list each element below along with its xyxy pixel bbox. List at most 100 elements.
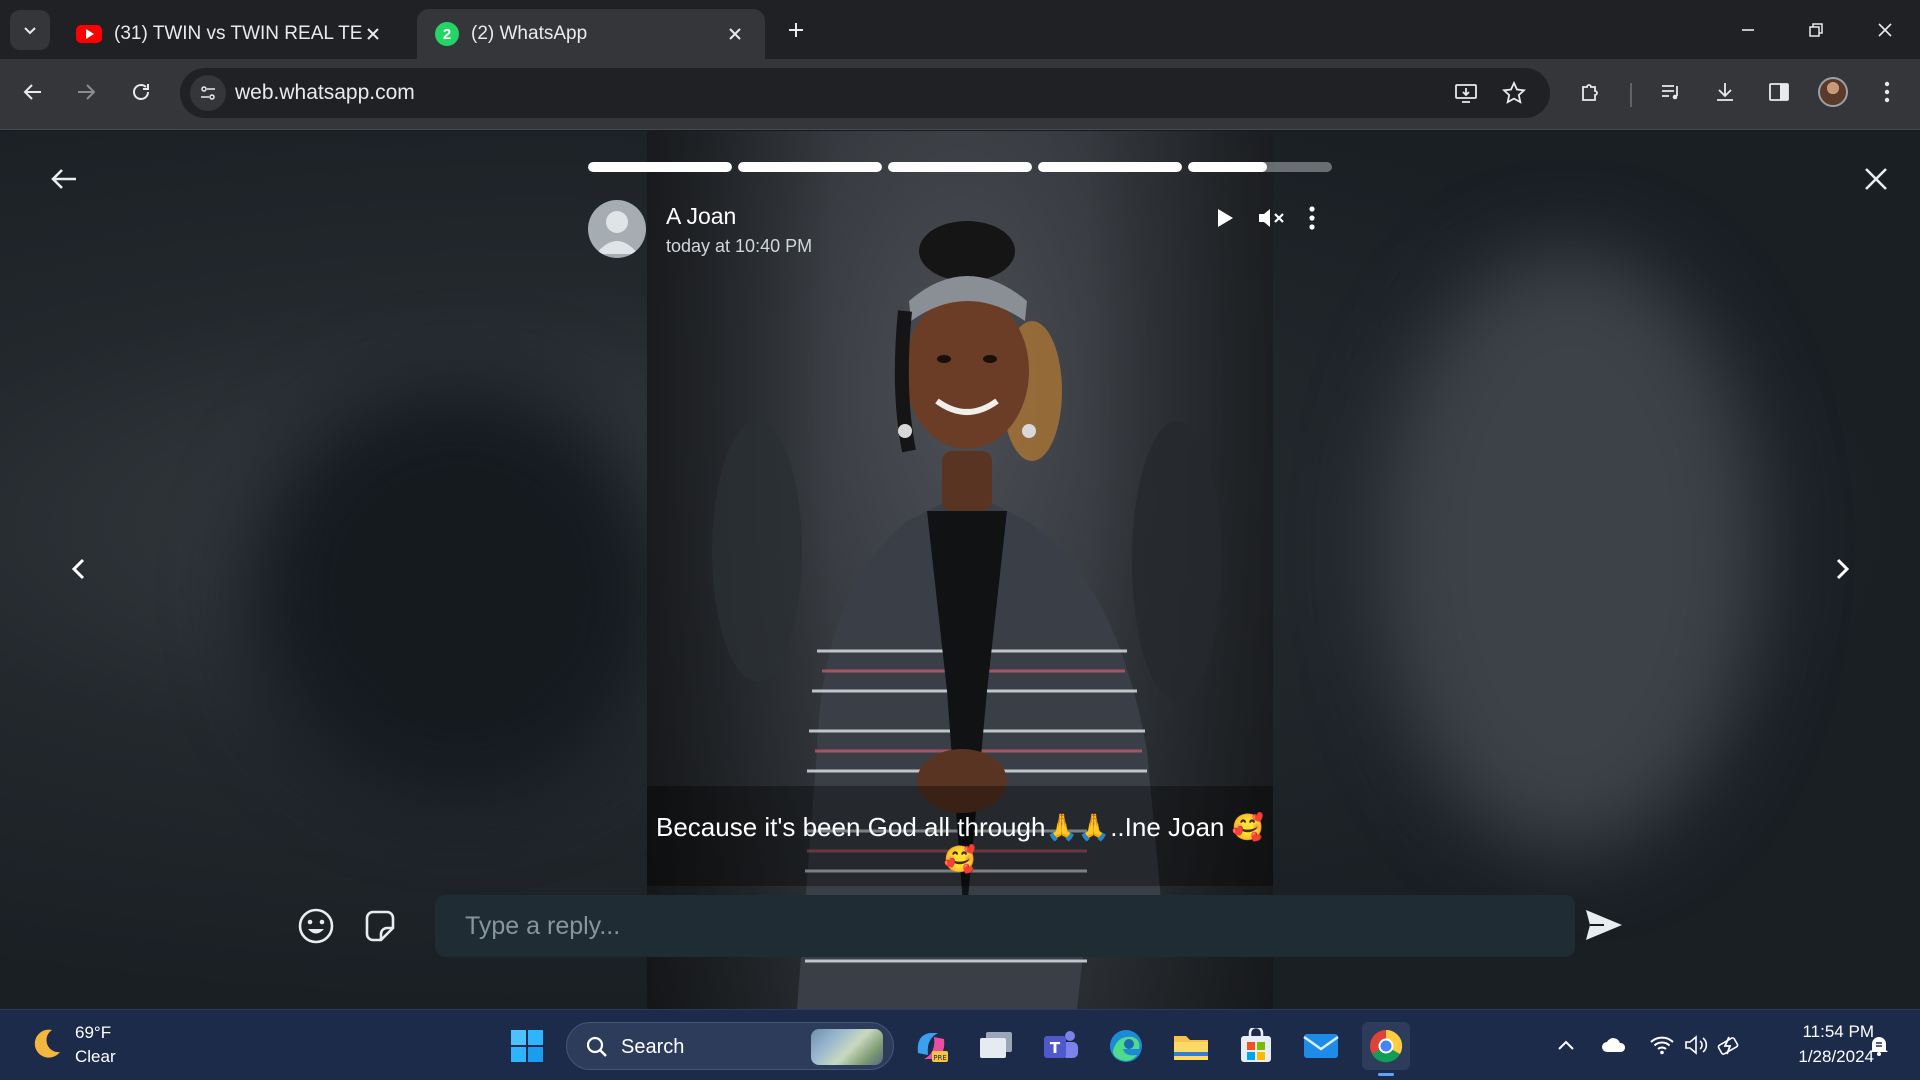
search-highlight-image	[811, 1029, 883, 1065]
svg-text:PRE: PRE	[933, 1054, 947, 1062]
onedrive-tray[interactable]	[1601, 1032, 1627, 1058]
tab-whatsapp[interactable]: 2 (2) WhatsApp	[417, 9, 765, 59]
more-vertical-icon	[1309, 206, 1315, 230]
notifications-button[interactable]	[1866, 1032, 1892, 1058]
download-icon	[1717, 83, 1733, 101]
install-app-button[interactable]	[1451, 78, 1481, 108]
copilot-icon: PRE	[917, 1033, 948, 1062]
task-view-app[interactable]	[972, 1022, 1020, 1070]
avatar	[1818, 77, 1848, 107]
next-status-button[interactable]	[1815, 541, 1871, 597]
avatar[interactable]	[588, 200, 646, 258]
teams-icon: T	[1044, 1031, 1078, 1058]
previous-status-button[interactable]	[50, 541, 106, 597]
task-view-icon	[980, 1032, 1012, 1058]
youtube-icon	[76, 25, 102, 43]
new-tab-button[interactable]	[780, 14, 812, 46]
restore-button[interactable]	[1793, 10, 1839, 50]
caption-line: Because it's been God all through🙏🙏..Ine…	[656, 812, 1264, 842]
status-image[interactable]	[647, 131, 1273, 1009]
play-button[interactable]	[1210, 202, 1240, 234]
windows-taskbar: 69°F Clear Search PRE T 11:54 PM 1/28/20…	[0, 1009, 1920, 1080]
reload-button[interactable]	[120, 71, 162, 113]
close-icon	[1878, 23, 1892, 37]
teams-app[interactable]: T	[1037, 1022, 1085, 1070]
show-hidden-icons-button[interactable]	[1553, 1032, 1579, 1058]
copilot-app[interactable]: PRE	[907, 1022, 955, 1070]
battery-charging-icon	[1717, 1036, 1739, 1055]
wifi-tray[interactable]	[1649, 1032, 1675, 1058]
status-progress-segment	[738, 162, 882, 172]
progress-fill	[738, 162, 882, 172]
close-icon	[1865, 168, 1887, 190]
close-status-button[interactable]	[1856, 159, 1896, 199]
arrow-left-icon	[51, 169, 76, 189]
tab-youtube[interactable]: (31) TWIN vs TWIN REAL TELEP	[58, 9, 403, 59]
chevron-left-icon	[71, 558, 85, 580]
downloads-button[interactable]	[1704, 71, 1746, 113]
svg-text:T: T	[1050, 1039, 1061, 1057]
back-button[interactable]	[44, 159, 84, 199]
bookmark-button[interactable]	[1499, 78, 1529, 108]
chrome-app[interactable]	[1362, 1022, 1410, 1076]
weather-condition[interactable]: Clear	[75, 1047, 116, 1067]
mute-button[interactable]	[1255, 202, 1287, 234]
background-blur	[1380, 251, 1760, 851]
plus-icon	[789, 23, 803, 37]
tune-icon	[201, 86, 215, 100]
bell-icon	[1870, 1037, 1888, 1056]
status-caption: Because it's been God all through🙏🙏..Ine…	[647, 811, 1273, 875]
chevron-down-icon	[24, 27, 36, 35]
microsoft-store-app[interactable]	[1232, 1022, 1280, 1070]
forward-button[interactable]	[65, 71, 107, 113]
chevron-right-icon	[1836, 558, 1850, 580]
star-icon	[1502, 81, 1526, 104]
start-button[interactable]	[503, 1022, 551, 1070]
progress-fill	[588, 162, 732, 172]
reload-icon	[133, 84, 149, 100]
extensions-button[interactable]	[1570, 71, 1612, 113]
minimize-button[interactable]	[1725, 10, 1771, 50]
profile-button[interactable]	[1812, 71, 1854, 113]
caption-line: 🥰	[943, 844, 977, 874]
status-viewer: A Joan today at 10:40 PM Because it's be…	[0, 131, 1920, 1009]
file-explorer-app[interactable]	[1167, 1022, 1215, 1070]
arrow-left-icon	[23, 84, 41, 100]
smiley-icon	[298, 908, 334, 944]
battery-tray[interactable]	[1717, 1032, 1743, 1058]
search-icon	[586, 1036, 607, 1057]
tab-search-button[interactable]	[10, 10, 50, 50]
clock-time[interactable]: 11:54 PM	[1764, 1022, 1874, 1042]
media-controls-button[interactable]	[1650, 71, 1692, 113]
more-vertical-icon	[1884, 81, 1890, 103]
moon-icon[interactable]	[28, 1026, 64, 1062]
default-avatar-icon	[596, 211, 638, 254]
mail-app[interactable]	[1297, 1022, 1345, 1070]
restore-icon	[1809, 23, 1823, 37]
tab-title: (2) WhatsApp	[471, 23, 588, 44]
send-button[interactable]	[1582, 903, 1626, 947]
close-icon	[367, 28, 379, 40]
windows-logo-icon	[511, 1030, 543, 1062]
close-window-button[interactable]	[1862, 10, 1908, 50]
side-panel-button[interactable]	[1758, 71, 1800, 113]
progress-fill	[1188, 162, 1268, 172]
address-bar[interactable]: web.whatsapp.com	[180, 68, 1550, 118]
status-menu-button[interactable]	[1300, 202, 1324, 234]
edge-icon	[1110, 1030, 1142, 1062]
taskbar-search[interactable]: Search	[566, 1022, 894, 1070]
close-tab-button[interactable]	[723, 22, 747, 46]
sticker-button[interactable]	[357, 904, 401, 948]
edge-app[interactable]	[1102, 1022, 1150, 1070]
reply-input[interactable]	[435, 895, 1575, 957]
contact-name[interactable]: A Joan	[666, 203, 736, 230]
emoji-button[interactable]	[294, 904, 338, 948]
back-button[interactable]	[12, 71, 54, 113]
weather-temperature[interactable]: 69°F	[75, 1023, 111, 1043]
chrome-menu-button[interactable]	[1866, 71, 1908, 113]
clock-date[interactable]: 1/28/2024	[1764, 1047, 1874, 1067]
close-tab-button[interactable]	[361, 22, 385, 46]
volume-tray[interactable]	[1683, 1032, 1709, 1058]
site-settings-button[interactable]	[190, 75, 226, 111]
install-icon	[1455, 84, 1477, 103]
